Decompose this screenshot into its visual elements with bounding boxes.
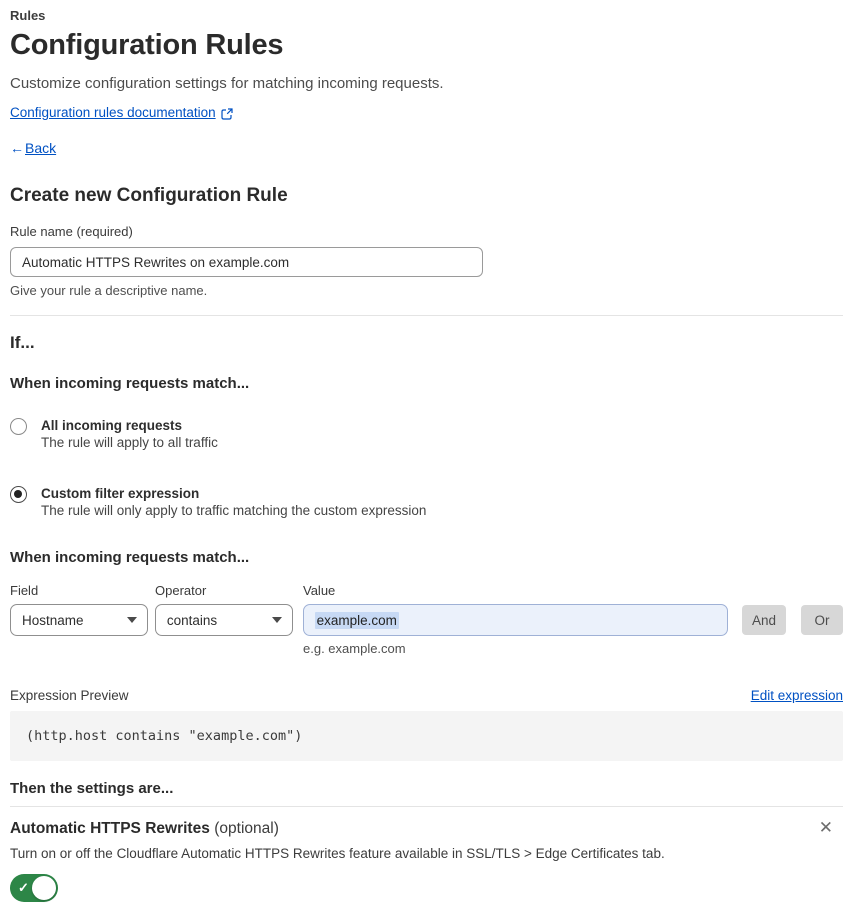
radio-custom-filter-expression[interactable]: Custom filter expression The rule will o… bbox=[10, 485, 843, 520]
radio-description: The rule will apply to all traffic bbox=[41, 435, 218, 450]
request-match-radio-group: All incoming requests The rule will appl… bbox=[10, 417, 843, 520]
operator-select[interactable]: contains bbox=[154, 604, 293, 636]
section-divider bbox=[10, 315, 843, 316]
page-title: Configuration Rules bbox=[10, 29, 284, 61]
value-input[interactable]: example.com bbox=[302, 604, 729, 636]
toggle-knob[interactable] bbox=[32, 876, 56, 900]
radio-all-incoming-requests[interactable]: All incoming requests The rule will appl… bbox=[10, 417, 843, 452]
field-select[interactable]: Hostname bbox=[10, 604, 148, 636]
documentation-link[interactable]: Configuration rules documentation bbox=[10, 104, 216, 121]
value-helper: e.g. example.com bbox=[303, 641, 406, 656]
radio-label: Custom filter expression bbox=[41, 486, 200, 501]
field-select-wrap: Hostname bbox=[10, 604, 148, 636]
value-input-text: example.com bbox=[314, 611, 399, 629]
rule-name-label: Rule name (required) bbox=[10, 224, 133, 239]
radio-label: All incoming requests bbox=[41, 418, 183, 433]
radio-unselected-icon[interactable] bbox=[10, 418, 27, 435]
setting-divider bbox=[10, 806, 843, 807]
back-link[interactable]: Back bbox=[25, 140, 56, 156]
setting-name: Automatic HTTPS Rewrites bbox=[10, 820, 210, 837]
builder-heading: When incoming requests match... bbox=[10, 549, 250, 566]
operator-column-label: Operator bbox=[155, 583, 207, 598]
edit-expression-link[interactable]: Edit expression bbox=[751, 687, 843, 704]
close-icon[interactable]: ✕ bbox=[815, 819, 837, 836]
then-heading: Then the settings are... bbox=[10, 780, 174, 797]
setting-optional-label: (optional) bbox=[214, 820, 279, 837]
create-rule-heading: Create new Configuration Rule bbox=[10, 185, 288, 206]
if-heading: If... bbox=[10, 333, 35, 352]
back-arrow-icon: ← bbox=[10, 140, 24, 156]
match-heading: When incoming requests match... bbox=[10, 375, 250, 392]
radio-selected-icon[interactable] bbox=[10, 486, 27, 503]
setting-toggle-on[interactable]: ✓ bbox=[10, 874, 58, 902]
expression-preview-label: Expression Preview bbox=[10, 688, 129, 703]
rule-name-input[interactable] bbox=[10, 247, 483, 277]
radio-description: The rule will only apply to traffic matc… bbox=[41, 503, 427, 518]
setting-card-automatic-https-rewrites: Automatic HTTPS Rewrites (optional) ✕ Tu… bbox=[10, 819, 843, 906]
field-column-label: Field bbox=[10, 583, 39, 598]
rule-name-helper: Give your rule a descriptive name. bbox=[10, 283, 208, 298]
setting-description: Turn on or off the Cloudflare Automatic … bbox=[10, 846, 665, 861]
expression-preview-code: (http.host contains "example.com") bbox=[10, 711, 843, 761]
page-subtitle: Customize configuration settings for mat… bbox=[10, 75, 444, 92]
operator-select-wrap: contains bbox=[154, 604, 293, 636]
or-button[interactable]: Or bbox=[801, 605, 843, 635]
external-link-icon bbox=[221, 107, 233, 120]
breadcrumb: Rules bbox=[10, 8, 46, 23]
back-link-row: ←Back bbox=[10, 139, 843, 157]
expression-code-text: (http.host contains "example.com") bbox=[26, 728, 303, 744]
and-button[interactable]: And bbox=[742, 605, 787, 635]
value-column-label: Value bbox=[303, 583, 336, 598]
checkmark-icon: ✓ bbox=[18, 880, 29, 895]
